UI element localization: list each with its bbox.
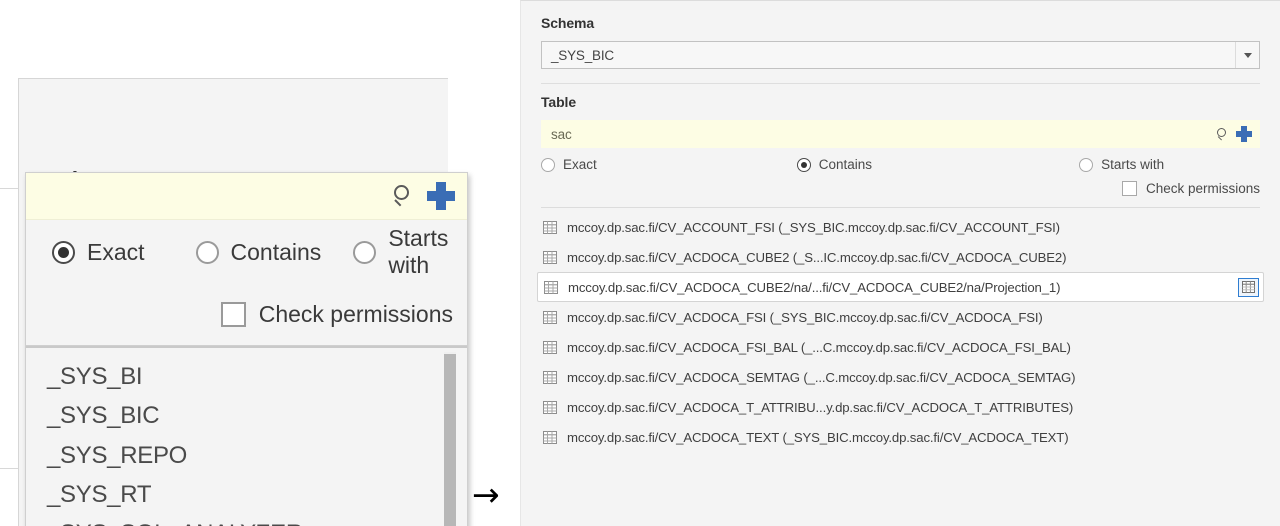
right-radio-contains[interactable]: Contains [796, 157, 873, 172]
table-row-selected[interactable]: mccoy.dp.sac.fi/CV_ACDOCA_CUBE2/na/...fi… [537, 272, 1264, 302]
table-row[interactable]: mccoy.dp.sac.fi/CV_ACDOCA_SEMTAG (_...C.… [537, 362, 1264, 392]
right-radio-starts-with-label: Starts with [1101, 157, 1165, 172]
radio-exact-indicator [541, 157, 555, 172]
right-schema-combobox[interactable]: _SYS_BIC [541, 41, 1260, 69]
left-check-permissions-row[interactable]: Check permissions [26, 284, 467, 346]
right-match-mode-group: Exact Contains Starts with [541, 157, 1260, 172]
left-radio-starts-with-label: Starts with [388, 225, 449, 278]
right-check-permissions-checkbox[interactable] [1121, 181, 1137, 196]
right-radio-exact[interactable]: Exact [541, 157, 597, 172]
open-table-grid-button[interactable] [1238, 277, 1259, 297]
table-row[interactable]: mccoy.dp.sac.fi/CV_ACDOCA_FSI_BAL (_...C… [537, 332, 1264, 362]
plus-icon[interactable] [1236, 126, 1252, 142]
left-radio-exact-label: Exact [87, 238, 145, 265]
left-radio-contains[interactable]: Contains [195, 238, 322, 266]
radio-contains-indicator [796, 157, 811, 172]
list-item[interactable]: _SYS_REPO [26, 436, 467, 475]
right-schema-value: _SYS_BIC [551, 47, 614, 63]
table-row-label: mccoy.dp.sac.fi/CV_ACDOCA_CUBE2/na/...fi… [568, 279, 1061, 295]
right-arrow-icon: → [472, 475, 500, 514]
chevron-down-icon [1243, 52, 1252, 58]
table-row[interactable]: mccoy.dp.sac.fi/CV_ACCOUNT_FSI (_SYS_BIC… [537, 212, 1264, 242]
right-schema-dropdown-toggle[interactable] [1235, 42, 1259, 68]
list-item[interactable]: _SYS_RT [26, 475, 467, 514]
table-grid-icon [543, 430, 557, 444]
right-radio-starts-with[interactable]: Starts with [1079, 157, 1164, 172]
left-check-permissions-checkbox[interactable] [220, 302, 246, 327]
table-row-label: mccoy.dp.sac.fi/CV_ACDOCA_FSI (_SYS_BIC.… [567, 309, 1043, 325]
left-schema-list[interactable]: _SYS_BI _SYS_BIC _SYS_REPO _SYS_RT _SYS_… [26, 346, 467, 526]
right-check-permissions-label: Check permissions [1145, 181, 1260, 196]
table-row-label: mccoy.dp.sac.fi/CV_ACDOCA_CUBE2 (_S...IC… [567, 249, 1067, 265]
screenshot-root: Schema _SYS_BI Exact Contains [0, 0, 1280, 526]
search-input[interactable]: sac [551, 127, 1211, 142]
left-match-mode-group: Exact Contains Starts with [26, 220, 467, 284]
table-row[interactable]: mccoy.dp.sac.fi/CV_ACDOCA_CUBE2 (_S...IC… [537, 242, 1264, 272]
right-table-search-field[interactable]: sac [541, 120, 1260, 148]
radio-starts-with-indicator [353, 240, 377, 264]
table-row[interactable]: mccoy.dp.sac.fi/CV_ACDOCA_FSI (_SYS_BIC.… [537, 302, 1264, 332]
left-dropdown-search-row[interactable] [26, 173, 467, 220]
left-panel-guide-line-upper [0, 188, 19, 189]
table-grid-icon [543, 310, 557, 324]
table-row-label: mccoy.dp.sac.fi/CV_ACDOCA_T_ATTRIBU...y.… [567, 399, 1074, 415]
right-check-permissions-row[interactable]: Check permissions [541, 181, 1260, 196]
search-icon[interactable] [1217, 127, 1230, 141]
right-radio-exact-label: Exact [563, 157, 597, 172]
left-check-permissions-label: Check permissions [258, 301, 453, 327]
search-icon[interactable] [394, 185, 416, 207]
right-schema-label: Schema [541, 15, 595, 31]
right-radio-contains-label: Contains [818, 157, 873, 172]
list-item[interactable]: _SYS_SQL_ANALYZER [26, 514, 467, 526]
right-results-list[interactable]: mccoy.dp.sac.fi/CV_ACCOUNT_FSI (_SYS_BIC… [521, 208, 1280, 452]
right-schema-section: Schema _SYS_BIC [521, 1, 1280, 84]
table-row[interactable]: mccoy.dp.sac.fi/CV_ACDOCA_T_ATTRIBU...y.… [537, 392, 1264, 422]
right-table-section: Table sac Exact Contains Starts with Che… [521, 84, 1280, 208]
table-grid-icon [544, 280, 558, 294]
right-table-label: Table [541, 94, 577, 110]
right-panel: Schema _SYS_BIC Table sac Exact Contains… [520, 0, 1280, 526]
table-row[interactable]: mccoy.dp.sac.fi/CV_ACDOCA_TEXT (_SYS_BIC… [537, 422, 1264, 452]
radio-starts-with-indicator [1079, 157, 1094, 172]
table-grid-icon [543, 370, 557, 384]
table-row-label: mccoy.dp.sac.fi/CV_ACCOUNT_FSI (_SYS_BIC… [567, 219, 1060, 235]
table-grid-icon [543, 400, 557, 414]
table-grid-icon [543, 220, 557, 234]
radio-exact-indicator [52, 240, 75, 264]
plus-icon[interactable] [427, 182, 455, 210]
left-panel-guide-line-lower [0, 468, 19, 469]
list-item[interactable]: _SYS_BIC [26, 396, 467, 435]
table-row-label: mccoy.dp.sac.fi/CV_ACDOCA_FSI_BAL (_...C… [567, 339, 1071, 355]
left-list-scrollbar-thumb[interactable] [444, 354, 456, 526]
table-row-label: mccoy.dp.sac.fi/CV_ACDOCA_SEMTAG (_...C.… [567, 369, 1076, 385]
table-row-label: mccoy.dp.sac.fi/CV_ACDOCA_TEXT (_SYS_BIC… [567, 429, 1069, 445]
left-radio-exact[interactable]: Exact [52, 239, 145, 266]
table-grid-icon [543, 340, 557, 354]
left-radio-starts-with[interactable]: Starts with [353, 225, 467, 279]
radio-contains-indicator [195, 240, 219, 264]
left-schema-dropdown-popup: Exact Contains Starts with Check permiss… [25, 172, 468, 526]
left-radio-contains-label: Contains [230, 238, 322, 265]
list-item[interactable]: _SYS_BI [26, 357, 467, 396]
table-grid-icon [543, 250, 557, 264]
